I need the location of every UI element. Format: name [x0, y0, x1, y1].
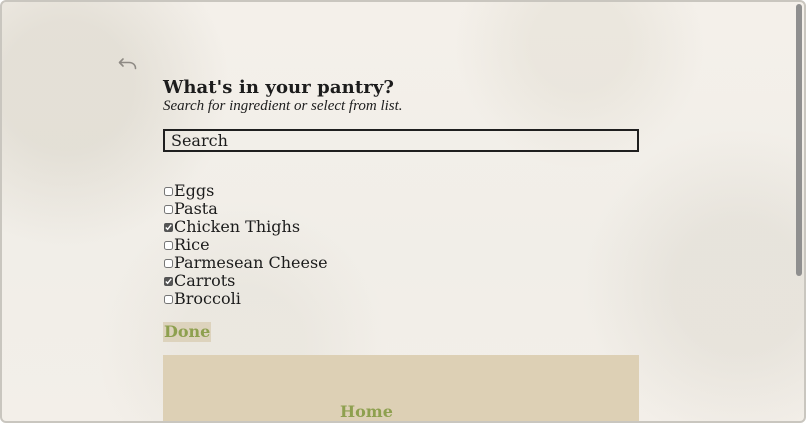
ingredient-checkbox-parmesean-cheese[interactable] — [164, 258, 173, 268]
ingredient-label[interactable]: Chicken Thighs — [174, 218, 300, 236]
ingredient-label[interactable]: Pasta — [174, 200, 218, 218]
back-arrow-icon[interactable] — [118, 56, 138, 72]
ingredient-checkbox-pasta[interactable] — [164, 204, 173, 214]
ingredient-checkbox-eggs[interactable] — [164, 186, 173, 196]
ingredient-item: Pasta — [164, 200, 328, 218]
ingredient-checkbox-carrots[interactable] — [164, 276, 173, 286]
ingredient-checkbox-rice[interactable] — [164, 240, 173, 250]
ingredient-label[interactable]: Parmesean Cheese — [174, 254, 328, 272]
ingredient-label[interactable]: Eggs — [174, 182, 214, 200]
ingredient-item: Carrots — [164, 272, 328, 290]
ingredient-checkbox-broccoli[interactable] — [164, 294, 173, 304]
ingredient-item: Chicken Thighs — [164, 218, 328, 236]
search-input[interactable] — [163, 129, 639, 152]
ingredient-item: Rice — [164, 236, 328, 254]
app-window: What's in your pantry? Search for ingred… — [0, 0, 806, 423]
done-button[interactable]: Done — [163, 322, 212, 342]
ingredient-item: Parmesean Cheese — [164, 254, 328, 272]
footer-bar: Home — [163, 355, 639, 421]
home-link[interactable]: Home — [340, 402, 393, 421]
ingredient-item: Broccoli — [164, 290, 328, 308]
vertical-scrollbar[interactable] — [796, 4, 802, 276]
page-subtitle: Search for ingredient or select from lis… — [163, 98, 403, 114]
ingredient-checkbox-chicken-thighs[interactable] — [164, 222, 173, 232]
page-title: What's in your pantry? — [163, 77, 395, 98]
ingredient-label[interactable]: Carrots — [174, 272, 235, 290]
ingredient-label[interactable]: Rice — [174, 236, 210, 254]
ingredient-item: Eggs — [164, 182, 328, 200]
ingredient-list: Eggs Pasta Chicken Thighs Rice Parmesean… — [164, 182, 328, 308]
ingredient-label[interactable]: Broccoli — [174, 290, 241, 308]
